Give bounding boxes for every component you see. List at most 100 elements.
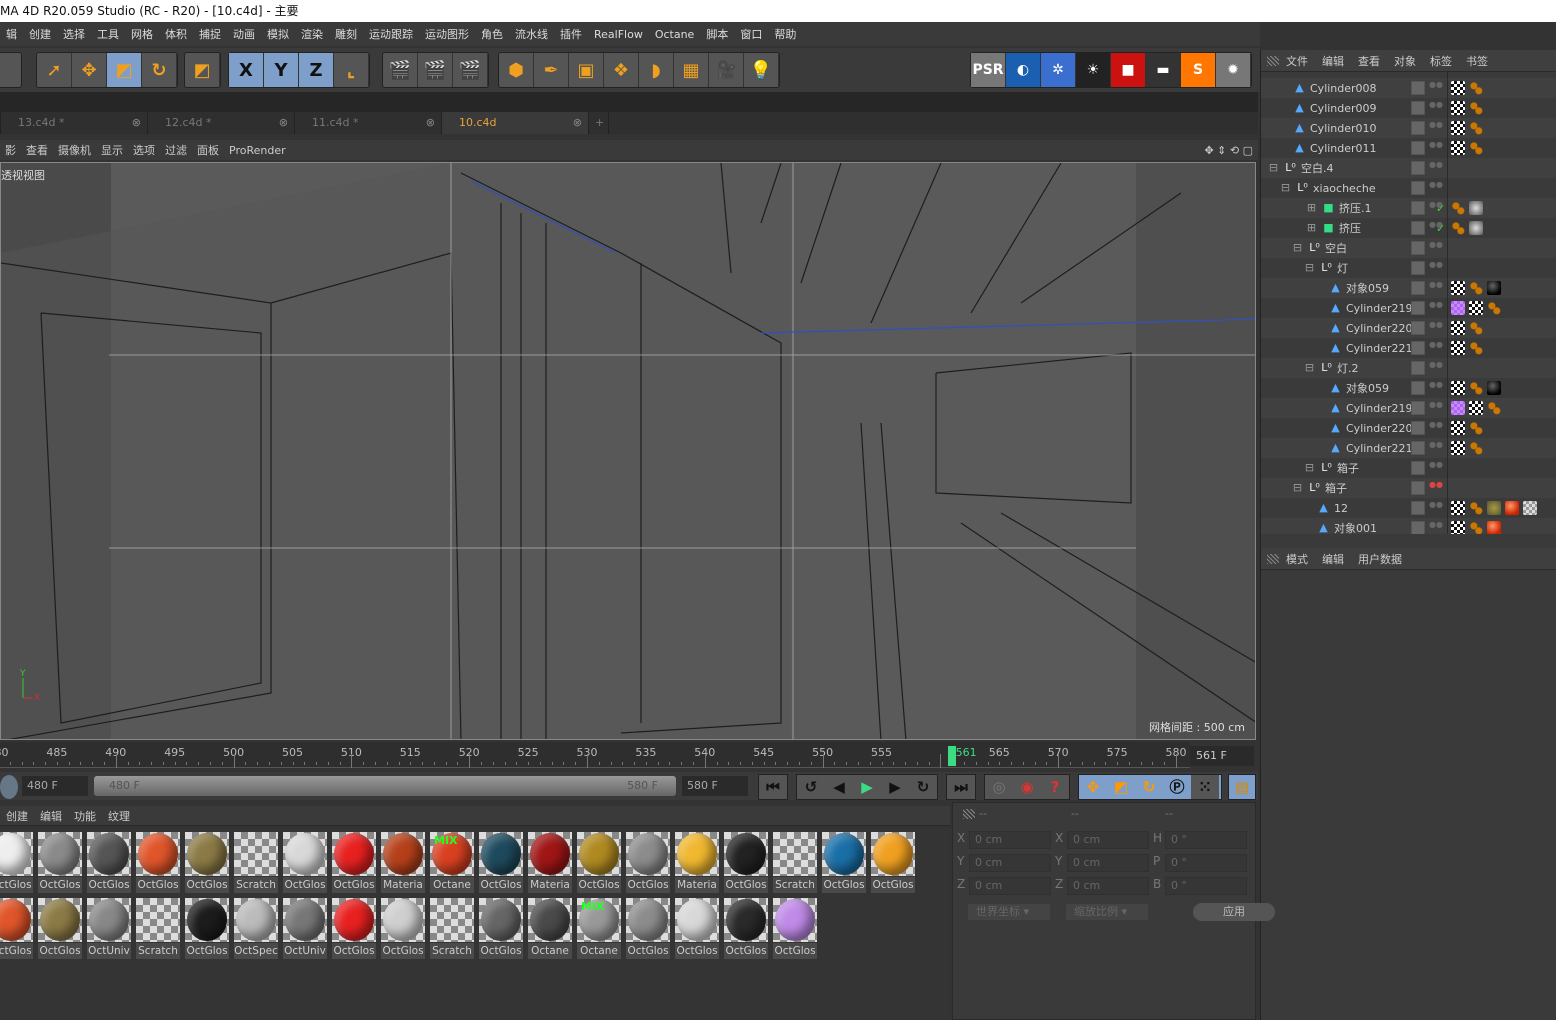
viewport-menu-item[interactable]: ProRender — [229, 144, 286, 157]
enabled-check-icon[interactable]: ✓ — [1436, 222, 1445, 235]
checker-tag-icon[interactable] — [1451, 141, 1465, 155]
go-to-end-button[interactable]: ⏭ — [946, 774, 976, 800]
checker-tag-icon[interactable] — [1469, 301, 1483, 315]
viewport-menu-item[interactable]: 面板 — [197, 142, 219, 158]
menu-item[interactable]: 窗口 — [740, 26, 762, 42]
viewport-menu-item[interactable]: 查看 — [26, 142, 48, 158]
layer-visibility-icon[interactable] — [1411, 321, 1425, 335]
material-menu-item[interactable]: 功能 — [74, 808, 96, 824]
previous-key-icon[interactable]: ↺ — [797, 775, 825, 799]
play-icon[interactable]: ▶ — [853, 775, 881, 799]
render-picture-viewer-icon[interactable]: 🎬 — [418, 53, 453, 87]
pen-icon[interactable]: ✒ — [534, 53, 569, 87]
dots-tag-icon[interactable] — [1469, 281, 1483, 295]
material-swatch[interactable]: OctGlos — [330, 896, 379, 960]
expand-toggle-icon[interactable]: ⊟ — [1291, 482, 1304, 494]
render-view-icon[interactable]: 🎬 — [383, 53, 418, 87]
checker-tag-icon[interactable] — [1469, 401, 1483, 415]
expand-toggle-icon[interactable]: ⊟ — [1291, 242, 1304, 254]
document-tab[interactable]: 12.c4d * ⊗ — [148, 112, 295, 134]
object-row[interactable]: ▲ Cylinder221 ●● — [1261, 438, 1556, 458]
close-icon[interactable]: ⊗ — [279, 112, 288, 134]
octane-settings-icon[interactable]: ✲ — [1041, 53, 1076, 87]
scale-tool-icon[interactable]: ◩ — [185, 53, 220, 87]
om-menu-item[interactable]: 对象 — [1394, 53, 1416, 69]
apply-button[interactable]: 应用 — [1193, 903, 1275, 921]
enabled-check-icon[interactable]: ✓ — [1436, 202, 1445, 215]
material-swatch[interactable]: Scratch — [428, 896, 477, 960]
material-swatch[interactable]: OctSpec — [232, 896, 281, 960]
close-icon[interactable]: ⊗ — [426, 112, 435, 134]
viewport-menu-item[interactable]: 过滤 — [165, 142, 187, 158]
panel-grip-icon[interactable] — [1267, 553, 1279, 564]
checker-tag-icon[interactable] — [1451, 281, 1465, 295]
layer-visibility-icon[interactable] — [1411, 121, 1425, 135]
checker-tag-icon[interactable] — [1451, 341, 1465, 355]
material-swatch[interactable]: Scratch — [771, 830, 820, 894]
record-icon[interactable]: ◉ — [1013, 775, 1041, 799]
position-field[interactable]: 0 cm — [969, 831, 1051, 849]
cube-icon[interactable]: ⬢ — [499, 53, 534, 87]
visibility-dots-icon[interactable]: ●● — [1429, 261, 1443, 275]
layer-visibility-icon[interactable] — [1411, 281, 1425, 295]
layer-visibility-icon[interactable] — [1411, 361, 1425, 375]
render-settings-icon[interactable]: 🎬 — [453, 53, 488, 87]
chrome-tag-icon[interactable] — [1469, 221, 1483, 235]
expand-toggle-icon[interactable]: ⊞ — [1305, 202, 1318, 214]
material-swatch[interactable]: OctGlos — [673, 896, 722, 960]
object-row[interactable]: ⊟ L⁰ 空白.4 ●● — [1261, 158, 1556, 178]
material-swatch[interactable]: OctGlos — [0, 830, 36, 894]
object-row[interactable]: ▲ Cylinder220 ●● — [1261, 418, 1556, 438]
position-field[interactable]: 0 cm — [969, 854, 1051, 872]
floor-icon[interactable]: ▦ — [674, 53, 709, 87]
rotation-key-icon[interactable]: ↻ — [1135, 775, 1163, 799]
camera-icon[interactable]: 🎥 — [709, 53, 744, 87]
visibility-dots-icon[interactable]: ●● — [1429, 141, 1443, 155]
expand-toggle-icon[interactable]: ⊟ — [1303, 262, 1316, 274]
rotation-field[interactable]: 0 ° — [1165, 877, 1247, 895]
dots-tag-icon[interactable] — [1469, 521, 1483, 534]
end-frame-field[interactable]: 580 F — [682, 776, 748, 796]
material-swatch[interactable]: OctGlos — [771, 896, 820, 960]
visibility-dots-icon[interactable]: ●● — [1429, 461, 1443, 475]
record-disabled-icon[interactable]: ◎ — [985, 775, 1013, 799]
material-menu-item[interactable]: 纹理 — [108, 808, 130, 824]
layer-visibility-icon[interactable] — [1411, 181, 1425, 195]
object-row[interactable]: ▲ Cylinder219 ●● — [1261, 298, 1556, 318]
gear-icon[interactable]: ✹ — [1216, 53, 1251, 87]
visibility-dots-icon[interactable]: ●● — [1429, 521, 1443, 534]
menu-item[interactable]: 运动跟踪 — [369, 26, 413, 42]
object-row[interactable]: ⊟ L⁰ 灯 ●● — [1261, 258, 1556, 278]
coordinate-mode-dropdown[interactable]: 世界坐标 ▾ — [967, 903, 1051, 921]
checker-tag-icon[interactable] — [1451, 421, 1465, 435]
layer-visibility-icon[interactable] — [1411, 421, 1425, 435]
dots-tag-icon[interactable] — [1487, 301, 1501, 315]
viewport-menu-item[interactable]: 影 — [5, 142, 16, 158]
visibility-dots-icon[interactable]: ●● — [1429, 281, 1443, 295]
parameter-key-icon[interactable]: Ⓟ — [1163, 775, 1191, 799]
visibility-dots-icon[interactable]: ●● — [1429, 501, 1443, 515]
checker-tag-icon[interactable] — [1451, 321, 1465, 335]
dots-tag-icon[interactable] — [1487, 401, 1501, 415]
material-swatch[interactable]: Octane — [526, 896, 575, 960]
grayck-tag-icon[interactable] — [1523, 501, 1537, 515]
document-tab[interactable]: 11.c4d * ⊗ — [295, 112, 442, 134]
material-swatch[interactable]: OctGlos — [36, 896, 85, 960]
material-swatch[interactable]: OctGlos — [477, 896, 526, 960]
black-tag-icon[interactable] — [1487, 281, 1501, 295]
previous-frame-icon[interactable]: ◀ — [825, 775, 853, 799]
material-swatch[interactable]: Scratch — [232, 830, 281, 894]
object-row[interactable]: ▲ 对象059 ●● — [1261, 278, 1556, 298]
expand-toggle-icon[interactable]: ⊞ — [1305, 222, 1318, 234]
visibility-dots-icon[interactable]: ●● — [1429, 361, 1443, 375]
checker-tag-icon[interactable] — [1451, 121, 1465, 135]
checker-tag-icon[interactable] — [1451, 441, 1465, 455]
object-row[interactable]: ▲ Cylinder221 ●● — [1261, 338, 1556, 358]
menu-item[interactable]: 渲染 — [301, 26, 323, 42]
om-menu-item[interactable]: 查看 — [1358, 53, 1380, 69]
viewport-menu-item[interactable]: 选项 — [133, 142, 155, 158]
viewport-navigation-icons[interactable]: ✥ ⇕ ⟲ ▢ — [1204, 144, 1253, 157]
visibility-dots-icon[interactable]: ●● — [1429, 221, 1443, 235]
object-row[interactable]: ⊟ L⁰ 空白 ●● — [1261, 238, 1556, 258]
visibility-dots-icon[interactable]: ●● — [1429, 121, 1443, 135]
